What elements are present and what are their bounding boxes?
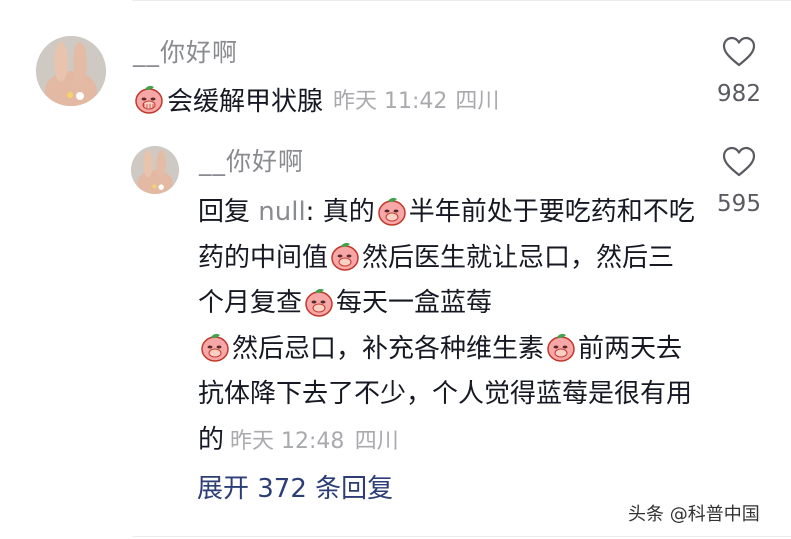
comment-location: 四川 [455,89,500,114]
reply-body: 回复 null: 真的 半年前处于要吃药和不吃药的中间值 然后医生就让忌口，然后三个… [198,190,698,465]
comment-username[interactable]: __你好啊 [133,33,238,69]
top-divider [132,0,791,1]
watermark: 头条 @科普中国 [628,504,760,525]
peach-cover-face-emoji [133,83,165,115]
reply-text-segment: 然后忌口，补充各种维生素 [232,333,545,364]
comment-timestamp: 昨天 11:42 [333,89,448,114]
comment-like[interactable]: 982 [707,36,771,107]
peach-cover-face-emoji [545,331,577,363]
reply-target-user[interactable]: null [258,197,305,227]
reply-prefix: 回复 [198,197,259,227]
reply-timestamp: 昨天 12:48 [230,428,345,454]
reply-text-segment: : 真的 [305,197,375,227]
comment-text: 会缓解甲状腺 [167,86,324,117]
avatar-photo [131,146,179,194]
reply-username[interactable]: __你好啊 [199,142,304,178]
reply-avatar[interactable] [131,146,179,194]
heart-icon[interactable] [722,146,756,178]
peach-cover-face-emoji [376,195,408,227]
expand-replies-button[interactable]: 展开 372 条回复 [197,468,393,505]
peach-cover-face-emoji [303,286,335,318]
heart-icon[interactable] [722,36,756,68]
reply-text-segment: 每天一盒蓝莓 [336,288,493,319]
like-count: 982 [717,81,761,107]
reply-like[interactable]: 595 [707,146,771,217]
comment-body: 会缓解甲状腺 昨天 11:42 四川 [133,80,499,118]
reply-location: 四川 [354,428,399,454]
peach-cover-face-emoji [199,331,231,363]
like-count: 595 [717,191,761,217]
peach-cover-face-emoji [329,240,361,272]
avatar-photo [36,36,106,106]
bottom-divider [132,536,791,537]
avatar[interactable] [36,36,106,106]
